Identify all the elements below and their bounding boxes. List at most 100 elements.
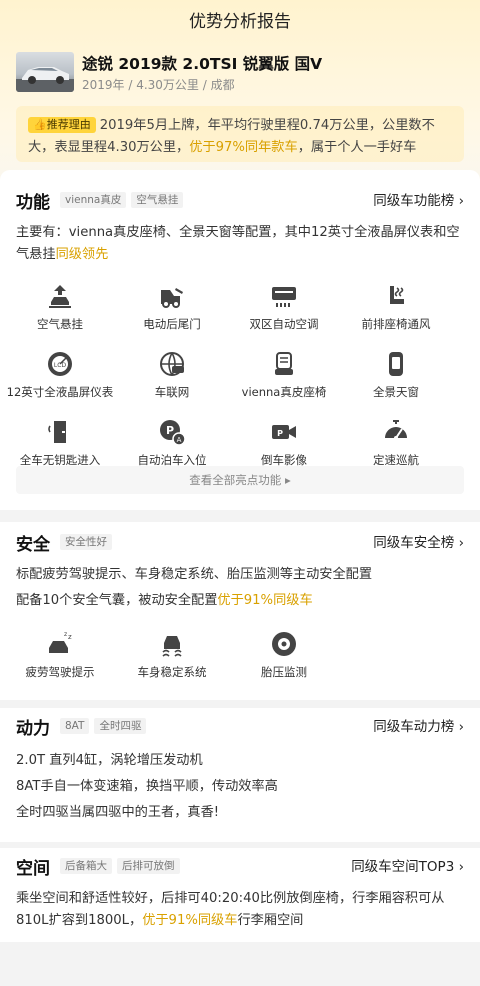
panoramic-roof-icon xyxy=(389,352,403,376)
space-rank-link[interactable]: 同级车空间TOP3 › xyxy=(351,855,464,875)
power-tags: 8AT 全时四驱 xyxy=(60,718,151,734)
safety-grid: zz 疲劳驾驶提示 车身稳定系统 胎压监测 xyxy=(16,630,464,690)
chevron-right-icon: › xyxy=(458,859,464,875)
car-meta: 2019年 / 4.30万公里 / 成都 xyxy=(82,78,235,92)
feature-label: 双区自动空调 xyxy=(249,317,319,331)
chevron-right-icon: › xyxy=(458,193,464,209)
reverse-camera-icon: P xyxy=(272,425,296,439)
feature-item[interactable]: 车联网 xyxy=(116,350,228,400)
space-desc: 乘坐空间和舒适性较好，后排可40:20:40比例放倒座椅，行李厢容积可从810L… xyxy=(16,888,464,932)
safety-rank-label: 同级车安全榜 xyxy=(373,535,455,551)
safety-tags: 安全性好 xyxy=(60,534,117,550)
svg-text:z: z xyxy=(68,633,72,641)
tire-pressure-icon xyxy=(272,632,296,656)
chevron-right-icon: › xyxy=(458,719,464,735)
feature-label: 疲劳驾驶提示 xyxy=(25,665,95,679)
fatigue-warning-icon: zz xyxy=(49,631,72,653)
connected-car-icon xyxy=(160,352,184,376)
feature-label: vienna真皮座椅 xyxy=(241,385,327,399)
dual-zone-ac-icon xyxy=(272,287,296,307)
power-tailgate-icon xyxy=(161,288,183,308)
feature-item[interactable]: P 倒车影像 xyxy=(228,418,340,468)
tag: 后备箱大 xyxy=(60,858,112,874)
power-title: 动力 xyxy=(16,719,50,739)
space-desc-end: 行李厢空间 xyxy=(237,913,304,928)
feature-label: 电动后尾门 xyxy=(143,317,201,331)
chevron-right-icon: › xyxy=(458,535,464,551)
features-rank-link[interactable]: 同级车功能榜 › xyxy=(373,189,464,209)
view-all-label: 查看全部亮点功能 xyxy=(189,473,282,487)
feature-item[interactable]: LCD 12英寸全液晶屏仪表 xyxy=(4,350,116,400)
auto-parking-icon: PA xyxy=(160,420,186,446)
reason-highlight: 优于97%同年款车 xyxy=(189,140,298,155)
feature-item[interactable]: 定速巡航 xyxy=(340,418,452,468)
features-grid: 空气悬挂 电动后尾门 双区自动空调 前排座椅通风 LCD 12英寸全液晶屏仪表 … xyxy=(7,282,464,482)
svg-text:P: P xyxy=(166,424,174,437)
tag: 安全性好 xyxy=(60,534,112,550)
features-tags: vienna真皮 空气悬挂 xyxy=(60,192,188,208)
power-line: 全时四驱当属四驱中的王者，真香! xyxy=(16,805,220,820)
car-name: 途锐 2019款 2.0TSI 锐翼版 国V xyxy=(82,55,323,73)
feature-label: 全景天窗 xyxy=(373,385,419,399)
feature-item[interactable]: 前排座椅通风 xyxy=(340,282,452,332)
space-title: 空间 xyxy=(16,859,50,879)
feature-item[interactable]: 空气悬挂 xyxy=(4,282,116,332)
feature-label: 空气悬挂 xyxy=(37,317,83,331)
space-tags: 后备箱大 后排可放倒 xyxy=(60,858,185,874)
safety-line-1: 标配疲劳驾驶提示、车身稳定系统、胎压监测等主动安全配置 xyxy=(16,567,373,582)
space-rank-label: 同级车空间TOP3 xyxy=(351,859,455,875)
page-title: 优势分析报告 xyxy=(189,12,291,32)
feature-item[interactable]: 胎压监测 xyxy=(228,630,340,680)
power-line: 2.0T 直列4缸，涡轮增压发动机 xyxy=(16,753,203,768)
features-section: 功能 vienna真皮 空气悬挂 同级车功能榜 › 主要有：vienna真皮座椅、… xyxy=(0,170,480,510)
space-highlight: 优于91%同级车 xyxy=(142,913,238,928)
feature-label: 12英寸全液晶屏仪表 xyxy=(6,385,114,399)
leather-seat-icon xyxy=(275,352,293,375)
recommend-reason: 👍推荐理由 2019年5月上牌，年平均行驶里程0.74万公里，公里数不大，表显里程… xyxy=(16,106,464,162)
keyless-entry-icon xyxy=(48,421,66,443)
seat-ventilation-icon xyxy=(390,286,404,304)
safety-rank-link[interactable]: 同级车安全榜 › xyxy=(373,531,464,551)
svg-text:P: P xyxy=(277,429,283,438)
recommend-tag: 👍推荐理由 xyxy=(28,117,96,133)
feature-item[interactable]: 全景天窗 xyxy=(340,350,452,400)
safety-line-2-text: 配备10个安全气囊，被动安全配置 xyxy=(16,593,218,608)
car-thumbnail xyxy=(16,52,74,92)
reason-text-end: ，属于个人一手好车 xyxy=(297,140,417,155)
tag: vienna真皮 xyxy=(60,192,127,208)
feature-item[interactable]: PA 自动泊车入位 xyxy=(116,418,228,468)
feature-item[interactable]: zz 疲劳驾驶提示 xyxy=(4,630,116,680)
recommend-tag-label: 推荐理由 xyxy=(46,118,91,131)
feature-label: 胎压监测 xyxy=(261,665,307,679)
power-rank-label: 同级车动力榜 xyxy=(373,719,455,735)
feature-item[interactable]: 电动后尾门 xyxy=(116,282,228,332)
features-desc: 主要有：vienna真皮座椅、全景天窗等配置，其中12英寸全液晶屏仪表和空气悬挂… xyxy=(16,222,464,266)
features-title: 功能 xyxy=(16,193,50,213)
svg-text:z: z xyxy=(64,631,67,638)
space-section: 空间 后备箱大 后排可放倒 同级车空间TOP3 › 乘坐空间和舒适性较好，后排可4… xyxy=(0,848,480,942)
feature-label: 车联网 xyxy=(154,385,190,399)
safety-section: 安全 安全性好 同级车安全榜 › 标配疲劳驾驶提示、车身稳定系统、胎压监测等主动… xyxy=(0,522,480,700)
feature-item[interactable]: 车身稳定系统 xyxy=(116,630,228,680)
power-rank-link[interactable]: 同级车动力榜 › xyxy=(373,715,464,735)
lcd-gauge-icon: LCD xyxy=(48,352,72,376)
feature-label: 车身稳定系统 xyxy=(137,665,207,679)
features-desc-highlight: 同级领先 xyxy=(55,247,109,262)
feature-label: 前排座椅通风 xyxy=(361,317,431,331)
feature-item[interactable]: 全车无钥匙进入 xyxy=(4,418,116,468)
feature-item[interactable]: vienna真皮座椅 xyxy=(228,350,340,400)
safety-title: 安全 xyxy=(16,535,50,555)
features-rank-label: 同级车功能榜 xyxy=(373,193,455,209)
power-line: 8AT手自一体变速箱，换挡平顺，传动效率高 xyxy=(16,779,278,794)
feature-item[interactable]: 双区自动空调 xyxy=(228,282,340,332)
power-section: 动力 8AT 全时四驱 同级车动力榜 › 2.0T 直列4缸，涡轮增压发动机 8A… xyxy=(0,708,480,842)
car-summary[interactable]: 途锐 2019款 2.0TSI 锐翼版 国V 2019年 / 4.30万公里 /… xyxy=(16,52,466,96)
tag: 空气悬挂 xyxy=(131,192,184,208)
triangle-right-icon: ▸ xyxy=(284,473,291,487)
tag: 全时四驱 xyxy=(94,718,147,734)
safety-line-2: 配备10个安全气囊，被动安全配置优于91%同级车 xyxy=(16,590,464,612)
tag: 8AT xyxy=(60,718,90,734)
view-all-features-button[interactable]: 查看全部亮点功能 ▸ xyxy=(16,466,464,494)
safety-highlight: 优于91%同级车 xyxy=(217,593,313,608)
thumb-up-icon: 👍 xyxy=(33,118,47,131)
